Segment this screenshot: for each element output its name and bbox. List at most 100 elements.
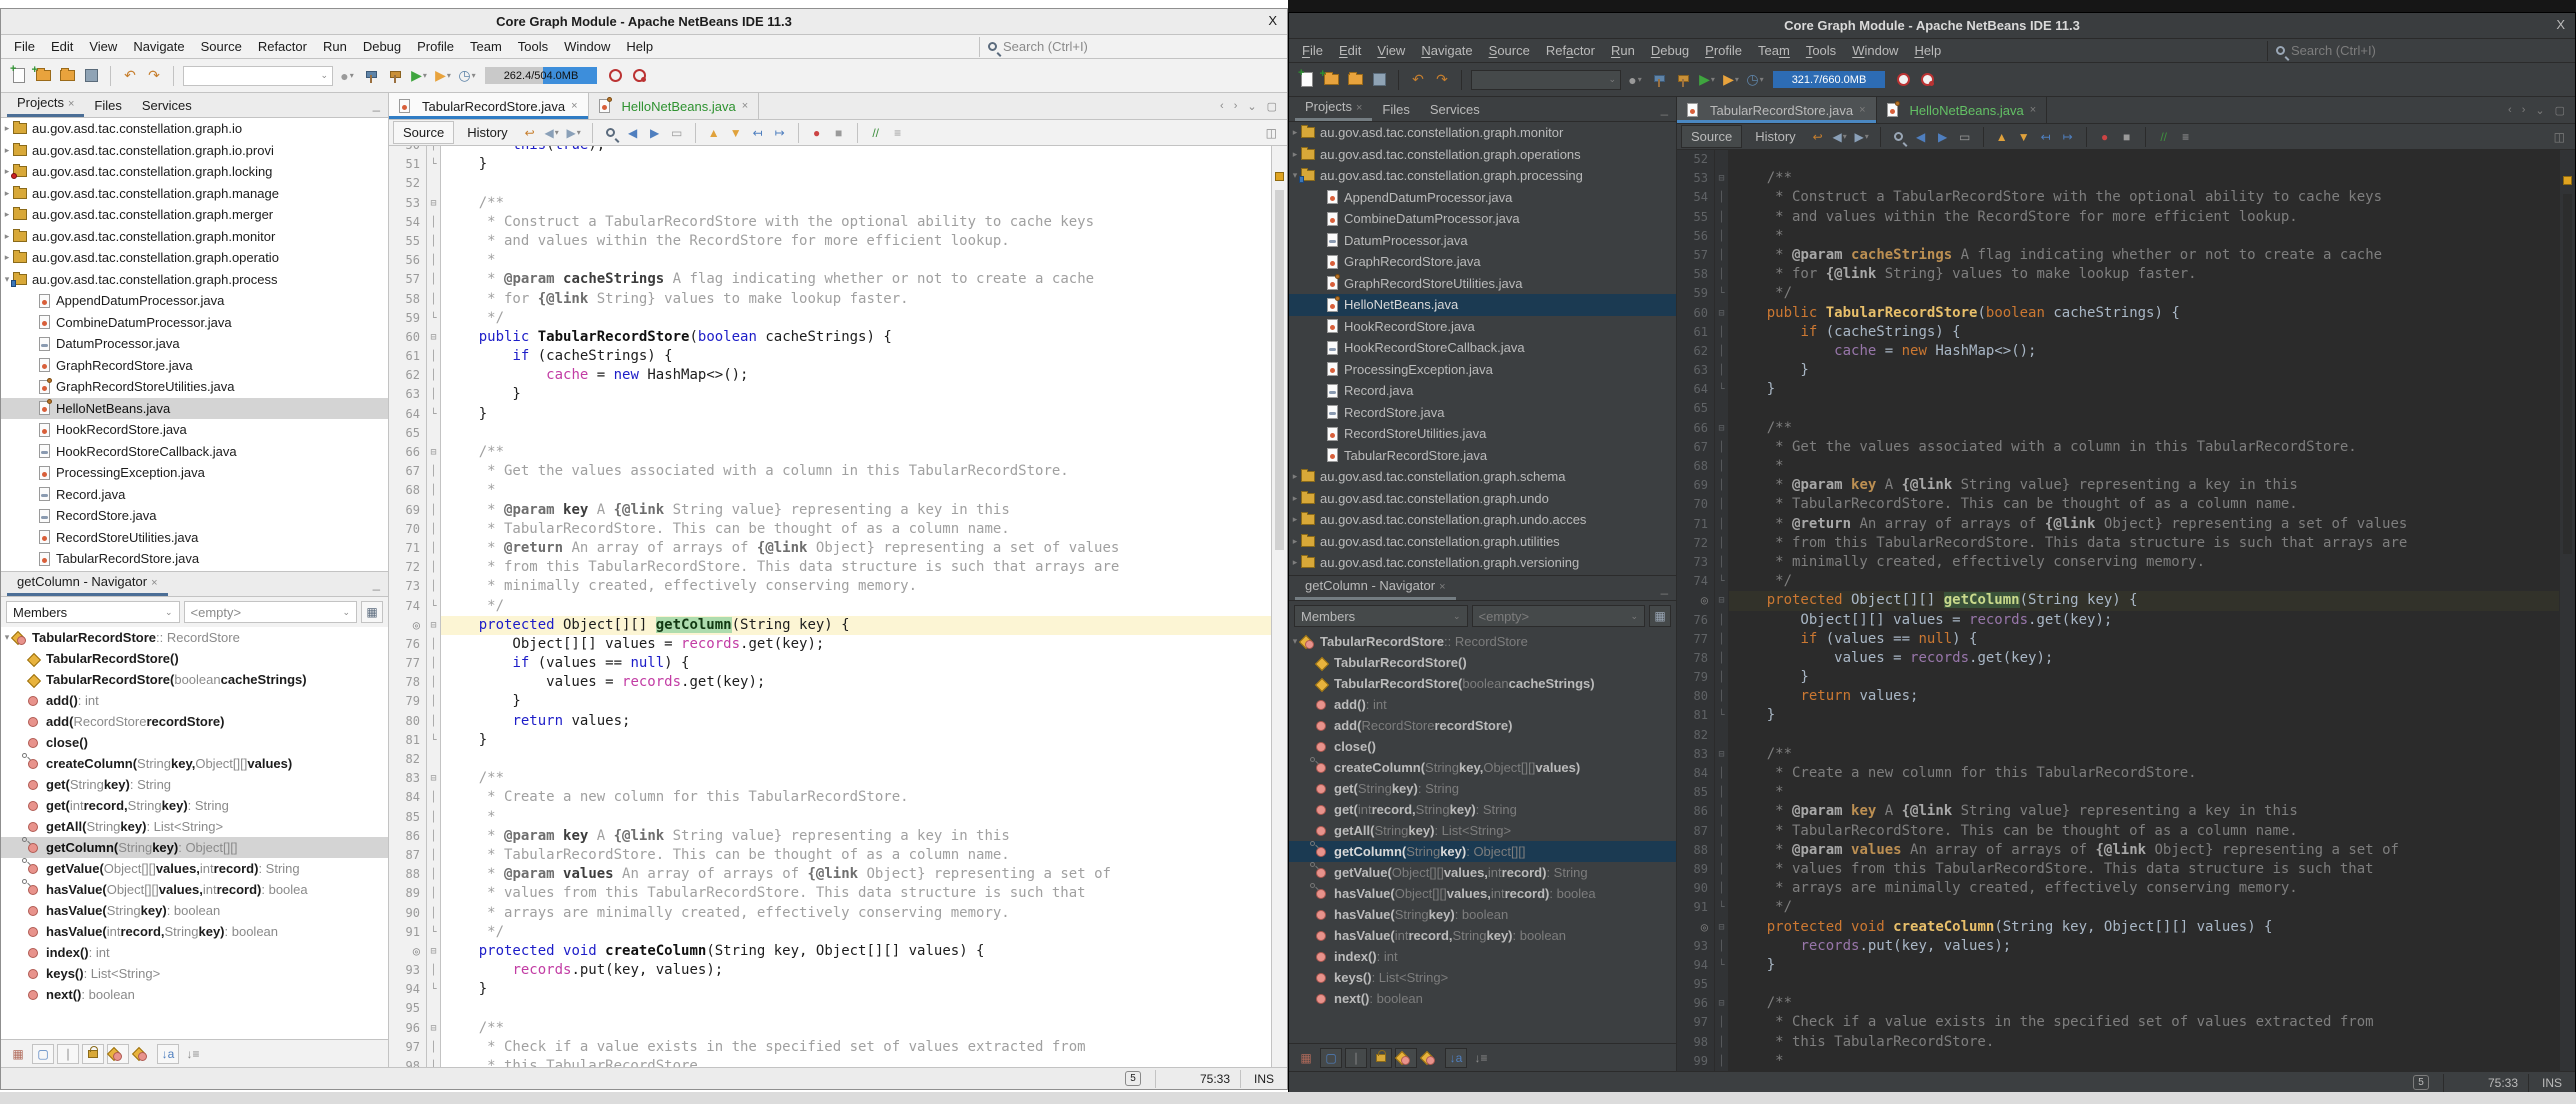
navigator-member-row[interactable]: keys() : List<String>	[1, 963, 388, 984]
show-inner-classes-icon[interactable]	[1395, 1048, 1417, 1068]
fold-marker[interactable]: ⊟	[1715, 745, 1729, 764]
close-icon[interactable]: X	[1268, 13, 1277, 28]
menu-source[interactable]: Source	[1482, 41, 1537, 60]
move-up-icon[interactable]: ▲	[1993, 127, 2011, 147]
show-static-icon[interactable]: ∣	[1345, 1048, 1367, 1068]
menu-file[interactable]: File	[1295, 41, 1330, 60]
navigator-member-row[interactable]: get(int record, String key) : String	[1289, 799, 1676, 820]
save-all-icon[interactable]	[1369, 69, 1389, 91]
chevron-right-icon[interactable]: ▸	[1, 252, 13, 263]
clean-build-project-icon[interactable]	[361, 65, 381, 87]
tab-close-icon[interactable]: ×	[68, 98, 74, 110]
dropdown-arrow-icon[interactable]: ▾	[1735, 75, 1739, 84]
tree-file[interactable]: RecordStoreUtilities.java	[1289, 423, 1676, 445]
navigator-member-row[interactable]: TabularRecordStore(boolean cacheStrings)	[1, 669, 388, 690]
tree-package[interactable]: ▾au.gov.asd.tac.constellation.graph.proc…	[1289, 165, 1676, 187]
fold-marker[interactable]: ⊟	[427, 769, 441, 788]
navigator-member-row[interactable]: hasValue(String key) : boolean	[1, 900, 388, 921]
save-all-icon[interactable]	[81, 65, 101, 87]
menu-edit[interactable]: Edit	[44, 37, 80, 56]
redo-icon[interactable]: ↷	[144, 65, 164, 87]
navigator-member-row[interactable]: close()	[1289, 736, 1676, 757]
fold-marker[interactable]: ⊟	[1715, 169, 1729, 188]
profile-points-icon[interactable]	[629, 65, 649, 87]
garbage-collect-icon[interactable]	[605, 65, 625, 87]
tab-files[interactable]: Files	[84, 95, 131, 117]
show-static-icon[interactable]: ∣	[57, 1044, 79, 1064]
dropdown-arrow-icon[interactable]: ▾	[1760, 75, 1764, 84]
tree-file[interactable]: ProcessingException.java	[1289, 359, 1676, 381]
menu-tools[interactable]: Tools	[1799, 41, 1843, 60]
expand-all-icon[interactable]	[1420, 1048, 1442, 1068]
tab-projects[interactable]: Projects×	[1295, 96, 1372, 121]
open-project-icon[interactable]	[57, 65, 77, 87]
menu-debug[interactable]: Debug	[1644, 41, 1696, 60]
navigator-member-row[interactable]: add(RecordStore recordStore)	[1, 711, 388, 732]
chevron-right-icon[interactable]: ▸	[1289, 493, 1301, 504]
menu-view[interactable]: View	[1370, 41, 1412, 60]
navigator-table-icon[interactable]: ▦	[1649, 605, 1671, 627]
tab-services[interactable]: Services	[132, 95, 202, 117]
navigator-member-row[interactable]: get(String key) : String	[1, 774, 388, 795]
menu-team[interactable]: Team	[463, 37, 509, 56]
fold-marker[interactable]: ⊟	[427, 942, 441, 961]
menu-help[interactable]: Help	[619, 37, 660, 56]
debug-project-icon[interactable]: ▶▾	[433, 65, 453, 87]
forward-icon[interactable]: ▶▾	[1853, 127, 1871, 147]
chevron-right-icon[interactable]: ▸	[1289, 471, 1301, 482]
tab-list-icon[interactable]: ⌄	[1247, 100, 1256, 113]
run-project-icon[interactable]: ▶▾	[409, 65, 429, 87]
stop-macro-icon[interactable]: ■	[2118, 127, 2136, 147]
tree-file[interactable]: TabularRecordStore.java	[1, 548, 388, 570]
run-project-icon[interactable]: ▶▾	[1697, 69, 1717, 91]
tab-files[interactable]: Files	[1372, 99, 1419, 121]
navigator-table-icon[interactable]: ▦	[361, 601, 383, 623]
undo-icon[interactable]: ↶	[1408, 69, 1428, 91]
chevron-right-icon[interactable]: ▸	[1289, 557, 1301, 568]
start-macro-icon[interactable]: ●	[808, 123, 826, 143]
tree-package[interactable]: ▸au.gov.asd.tac.constellation.graph.merg…	[1, 204, 388, 226]
forward-icon[interactable]: ▶▾	[565, 123, 583, 143]
uncomment-icon[interactable]: ≡	[889, 123, 907, 143]
navigator-member-row[interactable]: hasValue(Object[][] values, int record) …	[1289, 883, 1676, 904]
show-inherited-icon[interactable]: ▦	[1295, 1048, 1317, 1068]
minimize-icon[interactable]: _	[373, 576, 380, 591]
maximize-icon[interactable]: ▢	[1267, 100, 1277, 113]
editor-tab[interactable]: HelloNetBeans.java×	[589, 93, 760, 119]
navigator-close-icon[interactable]: ×	[1439, 581, 1445, 593]
view-source[interactable]: Source	[393, 121, 454, 144]
move-up-icon[interactable]: ▲	[705, 123, 723, 143]
new-file-icon[interactable]	[1297, 69, 1317, 91]
navigator-member-row[interactable]: getColumn(String key) : Object[][]	[1289, 841, 1676, 862]
error-stripe[interactable]	[2559, 150, 2575, 1071]
tree-file[interactable]: ProcessingException.java	[1, 462, 388, 484]
navigator-member-row[interactable]: getAll(String key) : List<String>	[1289, 820, 1676, 841]
profile-project-icon[interactable]: ◷▾	[457, 65, 477, 87]
navigator-member-row[interactable]: get(String key) : String	[1289, 778, 1676, 799]
navigator-member-row[interactable]: hasValue(Object[][] values, int record) …	[1, 879, 388, 900]
find-icon[interactable]	[1890, 127, 1908, 147]
new-project-icon[interactable]	[1321, 69, 1341, 91]
tree-package[interactable]: ▸au.gov.asd.tac.constellation.graph.oper…	[1289, 144, 1676, 166]
members-select[interactable]: Members⌄	[1294, 605, 1468, 627]
tree-file[interactable]: GraphRecordStoreUtilities.java	[1289, 273, 1676, 295]
navigator-member-row[interactable]: TabularRecordStore(boolean cacheStrings)	[1289, 673, 1676, 694]
warning-marker[interactable]	[2563, 176, 2572, 185]
chevron-right-icon[interactable]: ▸	[1289, 514, 1301, 525]
editor-tab[interactable]: HelloNetBeans.java×	[1877, 97, 2048, 123]
jump-last-edit-icon[interactable]: ↩	[521, 123, 539, 143]
tab-close-icon[interactable]: ×	[571, 100, 577, 112]
navigator-member-row[interactable]: get(int record, String key) : String	[1, 795, 388, 816]
tree-file[interactable]: CombineDatumProcessor.java	[1289, 208, 1676, 230]
notifications-badge[interactable]: 5	[2413, 1075, 2429, 1090]
menu-help[interactable]: Help	[1907, 41, 1948, 60]
navigator-member-row[interactable]: hasValue(int record, String key) : boole…	[1289, 925, 1676, 946]
show-inner-classes-icon[interactable]	[107, 1044, 129, 1064]
quick-search[interactable]: Search (Ctrl+I)	[979, 37, 1279, 57]
jump-last-edit-icon[interactable]: ↩	[1809, 127, 1827, 147]
maximize-icon[interactable]: ▢	[2555, 104, 2565, 117]
tree-package[interactable]: ▸au.gov.asd.tac.constellation.graph.io.p…	[1, 140, 388, 162]
navigator-member-row[interactable]: createColumn(String key, Object[][] valu…	[1, 753, 388, 774]
members-select[interactable]: Members⌄	[6, 601, 180, 623]
shift-right-icon[interactable]: ↦	[2059, 127, 2077, 147]
